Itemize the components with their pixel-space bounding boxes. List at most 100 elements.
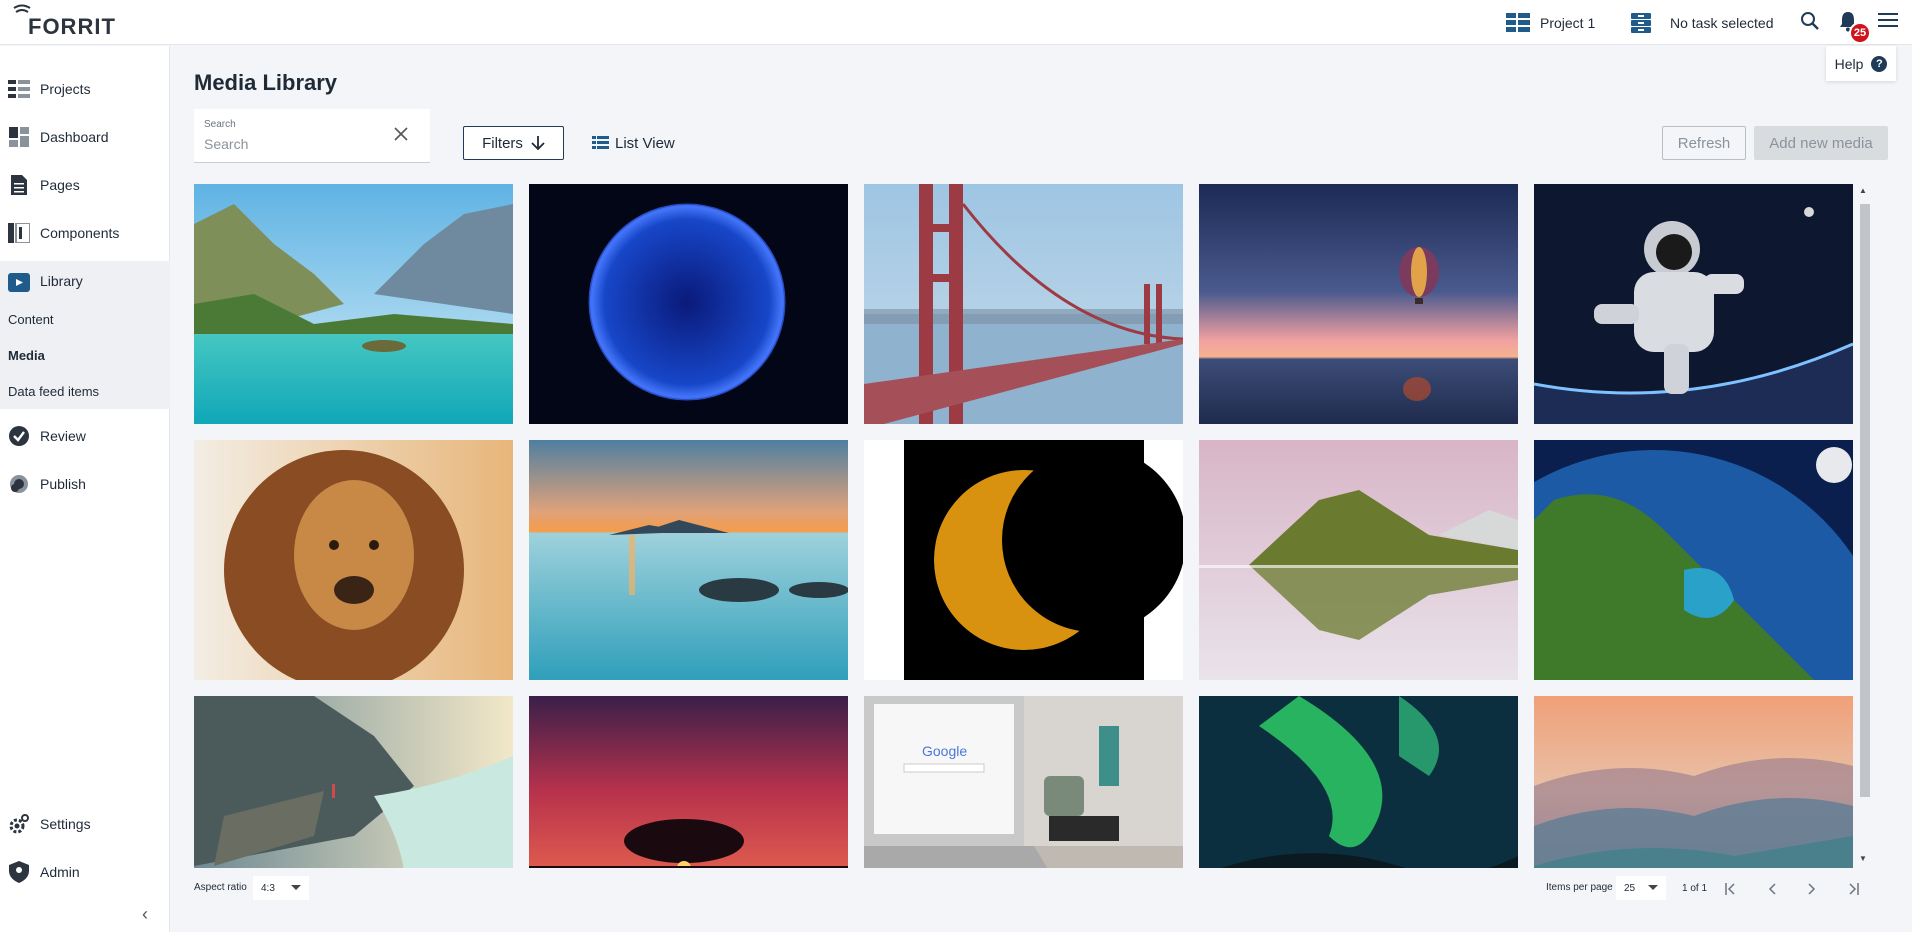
task-label: No task selected [1670, 14, 1774, 31]
chevron-left-icon [1768, 883, 1776, 895]
sidebar-item-review[interactable]: Review [0, 416, 170, 456]
sidebar-item-label: Projects [40, 81, 91, 97]
help-button[interactable]: Help ? [1826, 46, 1896, 81]
review-icon [8, 425, 30, 447]
sidebar-item-dashboard[interactable]: Dashboard [0, 117, 170, 157]
sidebar-item-admin[interactable]: Admin [0, 852, 170, 892]
media-tile-sunset-sea[interactable] [529, 440, 848, 680]
grid-scrollbar[interactable]: ▲ ▼ [1857, 184, 1871, 868]
add-new-media-label: Add new media [1769, 134, 1873, 152]
project-selector[interactable]: Project 1 [1506, 0, 1595, 45]
list-view-button[interactable]: List View [592, 126, 675, 160]
items-per-page-value: 25 [1624, 882, 1636, 894]
sidebar-item-label: Dashboard [40, 129, 109, 145]
sidebar-item-settings[interactable]: Settings [0, 804, 170, 844]
media-tile-eclipse[interactable] [864, 440, 1183, 680]
sidebar-item-components[interactable]: Components [0, 213, 170, 253]
search-input[interactable] [204, 134, 384, 154]
items-per-page-label: Items per page [1546, 882, 1613, 893]
last-page-icon [1849, 883, 1859, 895]
aspect-ratio-select[interactable]: 4:3 [253, 876, 309, 900]
chevron-down-icon [1648, 885, 1658, 890]
collapse-sidebar-icon[interactable]: ‹ [142, 904, 148, 925]
aspect-ratio-label: Aspect ratio [194, 882, 247, 893]
page-info: 1 of 1 [1682, 883, 1708, 894]
projects-icon [8, 78, 30, 100]
add-new-media-button[interactable]: Add new media [1754, 126, 1888, 160]
search-icon[interactable] [1800, 11, 1820, 36]
top-bar: FORRIT Project 1 No task selected 25 [0, 0, 1912, 45]
sidebar-item-library[interactable]: Library [0, 261, 170, 301]
media-grid: Google [194, 184, 1856, 868]
arrow-down-icon [531, 135, 545, 151]
sidebar-item-label: Review [40, 428, 86, 444]
task-selector[interactable]: No task selected [1630, 0, 1774, 45]
first-page-icon [1725, 883, 1735, 895]
sidebar-item-publish[interactable]: Publish [0, 464, 170, 504]
media-tile-earth[interactable] [1534, 440, 1853, 680]
sidebar-subitem-data-feed-items[interactable]: Data feed items [0, 373, 170, 409]
sidebar-subitem-label: Content [8, 311, 54, 327]
close-icon[interactable] [392, 125, 410, 143]
sidebar-item-label: Components [40, 225, 120, 241]
media-tile-aurora[interactable] [1199, 696, 1518, 868]
sidebar-item-label: Publish [40, 476, 86, 492]
project-label: Project 1 [1540, 14, 1596, 31]
sidebar-item-label: Admin [40, 864, 80, 880]
items-per-page-select[interactable]: 25 [1616, 876, 1666, 900]
dashboard-icon [8, 126, 30, 148]
media-tile-lion[interactable] [194, 440, 513, 680]
last-page-button[interactable] [1842, 879, 1862, 899]
sidebar-subitem-media[interactable]: Media [0, 337, 170, 373]
prev-page-button[interactable] [1762, 879, 1782, 899]
sidebar-item-label: Library [40, 273, 83, 289]
task-drawer-icon [1630, 12, 1652, 34]
media-tile-cliff[interactable] [194, 696, 513, 868]
sidebar-item-pages[interactable]: Pages [0, 165, 170, 205]
help-icon: ? [1871, 55, 1888, 72]
svg-text:Google: Google [922, 743, 967, 759]
first-page-button[interactable] [1722, 879, 1742, 899]
list-view-icon [592, 136, 609, 150]
logo[interactable]: FORRIT [12, 4, 116, 40]
admin-icon [8, 861, 30, 883]
sidebar: Projects Dashboard Pages Components Libr… [0, 46, 170, 932]
scroll-up-icon[interactable]: ▲ [1859, 186, 1867, 195]
media-tile-red-tree[interactable] [529, 696, 848, 868]
help-label: Help [1834, 55, 1864, 72]
sidebar-subitem-label: Media [8, 347, 45, 363]
scroll-down-icon[interactable]: ▼ [1859, 854, 1867, 863]
settings-icon [8, 813, 30, 835]
components-icon [8, 222, 30, 244]
publish-icon [8, 473, 30, 495]
search-field[interactable]: Search [194, 109, 430, 163]
chevron-right-icon [1808, 883, 1816, 895]
aspect-ratio-value: 4:3 [261, 882, 275, 894]
media-tile-balloon[interactable] [1199, 184, 1518, 424]
next-page-button[interactable] [1802, 879, 1822, 899]
logo-text: FORRIT [28, 14, 116, 39]
media-tile-blue-sun[interactable] [529, 184, 848, 424]
media-tile-hills[interactable] [1534, 696, 1853, 868]
library-icon [8, 270, 30, 292]
menu-icon[interactable] [1878, 13, 1898, 34]
media-tile-lake[interactable] [194, 184, 513, 424]
sidebar-item-projects[interactable]: Projects [0, 69, 170, 109]
filters-button[interactable]: Filters [463, 126, 564, 160]
page-title: Media Library [194, 70, 338, 95]
sidebar-subitem-content[interactable]: Content [0, 301, 170, 337]
media-tile-bridge[interactable] [864, 184, 1183, 424]
refresh-button[interactable]: Refresh [1662, 126, 1746, 160]
search-label: Search [204, 119, 236, 130]
scroll-thumb[interactable] [1860, 204, 1870, 797]
project-grid-icon [1506, 12, 1530, 33]
logo-mark-icon [13, 4, 31, 13]
media-tile-astronaut[interactable] [1534, 184, 1853, 424]
media-tile-laptop[interactable]: Google [864, 696, 1183, 868]
media-tile-mountain[interactable] [1199, 440, 1518, 680]
refresh-label: Refresh [1677, 134, 1731, 152]
filters-label: Filters [482, 134, 523, 152]
notification-badge: 25 [1849, 22, 1871, 44]
list-view-label: List View [615, 134, 675, 152]
sidebar-item-label: Pages [40, 177, 80, 193]
